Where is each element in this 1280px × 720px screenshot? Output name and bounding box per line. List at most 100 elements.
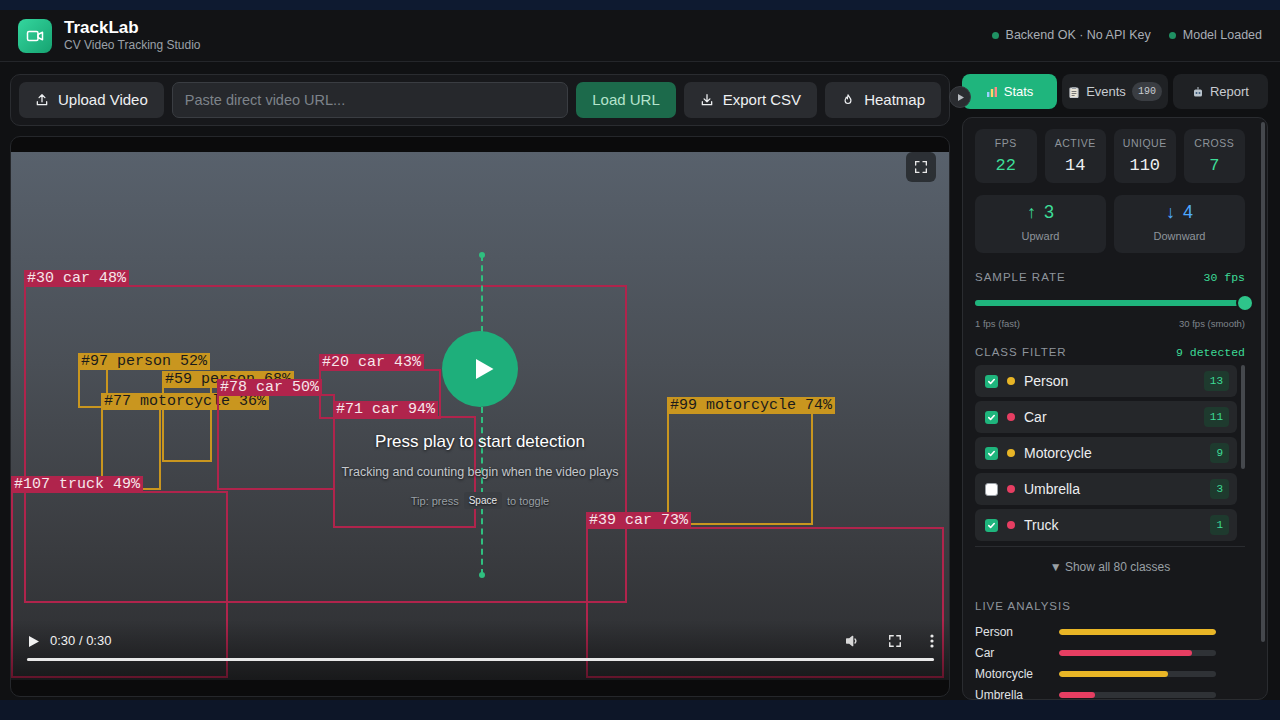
class-row[interactable]: Motorcycle9 xyxy=(975,437,1237,469)
app-title: TrackLab xyxy=(64,18,201,38)
app-titles: TrackLabCV Video Tracking Studio xyxy=(64,18,201,54)
class-checkbox[interactable] xyxy=(985,411,998,424)
check-icon xyxy=(987,449,996,458)
overlay-subtitle: Tracking and counting begin when the vid… xyxy=(342,463,619,482)
class-color-dot xyxy=(1007,449,1015,457)
app-subtitle: CV Video Tracking Studio xyxy=(64,38,201,54)
robot-icon xyxy=(1192,86,1204,98)
stat-label: UNIQUE xyxy=(1123,136,1167,152)
direction-arrow: ↑ xyxy=(1027,203,1036,223)
download-icon xyxy=(700,93,714,107)
chart-bar xyxy=(1059,692,1095,698)
detection-label: #20 car 43% xyxy=(319,354,424,371)
toolbar: Upload Video Load URLExport CSVHeatmap xyxy=(10,74,950,126)
class-name: Truck xyxy=(1024,515,1058,536)
sample-rate-slider[interactable] xyxy=(975,296,1245,310)
direction-label: Downward xyxy=(1154,228,1206,245)
show-all-classes-button[interactable]: ▼ Show all 80 classes xyxy=(975,546,1245,586)
detection-label: #99 motorcycle 74% xyxy=(667,397,835,414)
check-icon xyxy=(987,521,996,530)
stat-label: FPS xyxy=(995,136,1017,152)
stat-number: 14 xyxy=(1065,156,1085,175)
bottom-strip xyxy=(0,700,1280,720)
sample-rate-value: 30 fps xyxy=(1204,271,1245,284)
direction-value: ↓4 xyxy=(1166,203,1193,223)
class-color-dot xyxy=(1007,485,1015,493)
chart-label: Person xyxy=(975,623,1059,641)
play-small-icon[interactable] xyxy=(28,635,40,648)
class-count: 9 xyxy=(1210,443,1229,464)
class-checkbox[interactable] xyxy=(985,519,998,532)
video-progress[interactable] xyxy=(27,658,934,661)
tab-badge: 190 xyxy=(1132,82,1162,101)
app-header: TrackLabCV Video Tracking Studio Backend … xyxy=(0,10,1280,62)
heatmap-button[interactable]: Heatmap xyxy=(825,82,941,118)
tab-label: Events xyxy=(1086,82,1126,102)
upload-video-button[interactable]: Upload Video xyxy=(19,82,164,118)
start-overlay: Press play to start detectionTracking an… xyxy=(11,331,949,509)
direction-label: Upward xyxy=(1022,228,1060,245)
more-menu-icon[interactable] xyxy=(930,634,934,648)
class-list-scrollbar[interactable] xyxy=(1241,365,1245,541)
section-title: LIVE ANALYSIS xyxy=(975,600,1071,613)
status-label: Model Loaded xyxy=(1183,26,1262,45)
video-player[interactable]: #30 car 48%#97 person 52%#59 person 68%#… xyxy=(11,152,949,680)
class-checkbox[interactable] xyxy=(985,483,998,496)
expand-icon xyxy=(913,159,929,175)
direction-count: 3 xyxy=(1044,203,1054,223)
tip-text: Tip: press xyxy=(411,493,459,510)
clipboard-icon xyxy=(1068,86,1080,98)
class-row[interactable]: Truck 1 xyxy=(975,509,1237,541)
panel-tab[interactable]: Events 190 xyxy=(1062,74,1168,109)
class-count: 11 xyxy=(1204,407,1229,428)
direction-card: ↑ 3 Upward xyxy=(975,195,1106,253)
video-panel: #30 car 48%#97 person 52%#59 person 68%#… xyxy=(10,136,950,697)
detection-box: #78 car 50% xyxy=(217,394,335,490)
live-analysis-header: LIVE ANALYSIS xyxy=(975,600,1245,613)
class-filter-summary: 9 detected xyxy=(1176,346,1245,359)
export-csv-button[interactable]: Export CSV xyxy=(684,82,817,118)
class-checkbox[interactable] xyxy=(985,447,998,460)
top-strip xyxy=(0,0,1280,10)
class-list: Person13 Car11 Motorcycle9 Umbrella3 Truck 1 xyxy=(975,365,1245,541)
collapse-panel-button[interactable] xyxy=(949,86,971,108)
class-count: 1 xyxy=(1210,515,1229,536)
sample-rate-header: SAMPLE RATE30 fps xyxy=(975,271,1245,284)
class-checkbox[interactable] xyxy=(985,375,998,388)
stats-panel: FPS22ACTIVE14UNIQUE110CROSS7↑3Upward↓4Do… xyxy=(962,117,1268,700)
panel-scrollbar[interactable] xyxy=(1261,122,1265,642)
chart-label: Car xyxy=(975,644,1059,662)
class-row[interactable]: Car11 xyxy=(975,401,1237,433)
slider-min-label: 1 fps (fast) xyxy=(975,318,1020,330)
class-row[interactable]: Umbrella3 xyxy=(975,473,1237,505)
stat-number: 22 xyxy=(996,156,1016,175)
class-name: Person xyxy=(1024,371,1068,392)
stat-label: CROSS xyxy=(1194,136,1234,152)
play-button[interactable] xyxy=(442,331,518,407)
video-controls: 0:30 / 0:30 xyxy=(11,620,949,680)
video-url-input[interactable] xyxy=(172,82,568,118)
scrollbar-thumb[interactable] xyxy=(1241,365,1245,469)
panel-tab[interactable]: Stats xyxy=(962,74,1057,109)
status-label: Backend OK · No API Key xyxy=(1006,26,1151,45)
class-row[interactable]: Person13 xyxy=(975,365,1237,397)
slider-track xyxy=(975,300,1245,306)
class-name: Umbrella xyxy=(1024,479,1080,500)
tip-text: to toggle xyxy=(507,493,549,510)
class-color-dot xyxy=(1007,413,1015,421)
status-dot xyxy=(992,32,999,39)
volume-icon[interactable] xyxy=(844,633,860,649)
slider-thumb[interactable] xyxy=(1238,296,1252,310)
direction-count: 4 xyxy=(1183,203,1193,223)
class-color-dot xyxy=(1007,521,1015,529)
bar-chart-icon xyxy=(986,86,998,98)
video-progress-fill xyxy=(27,658,934,661)
expand-button[interactable] xyxy=(906,152,936,182)
fullscreen-icon[interactable] xyxy=(888,634,902,648)
panel-tab[interactable]: Report xyxy=(1173,74,1268,109)
status-item: Model Loaded xyxy=(1169,26,1262,45)
stat-number: 7 xyxy=(1209,156,1219,175)
class-color-dot xyxy=(1007,377,1015,385)
chart-bar xyxy=(1059,629,1216,635)
load-url-button[interactable]: Load URL xyxy=(576,82,676,118)
